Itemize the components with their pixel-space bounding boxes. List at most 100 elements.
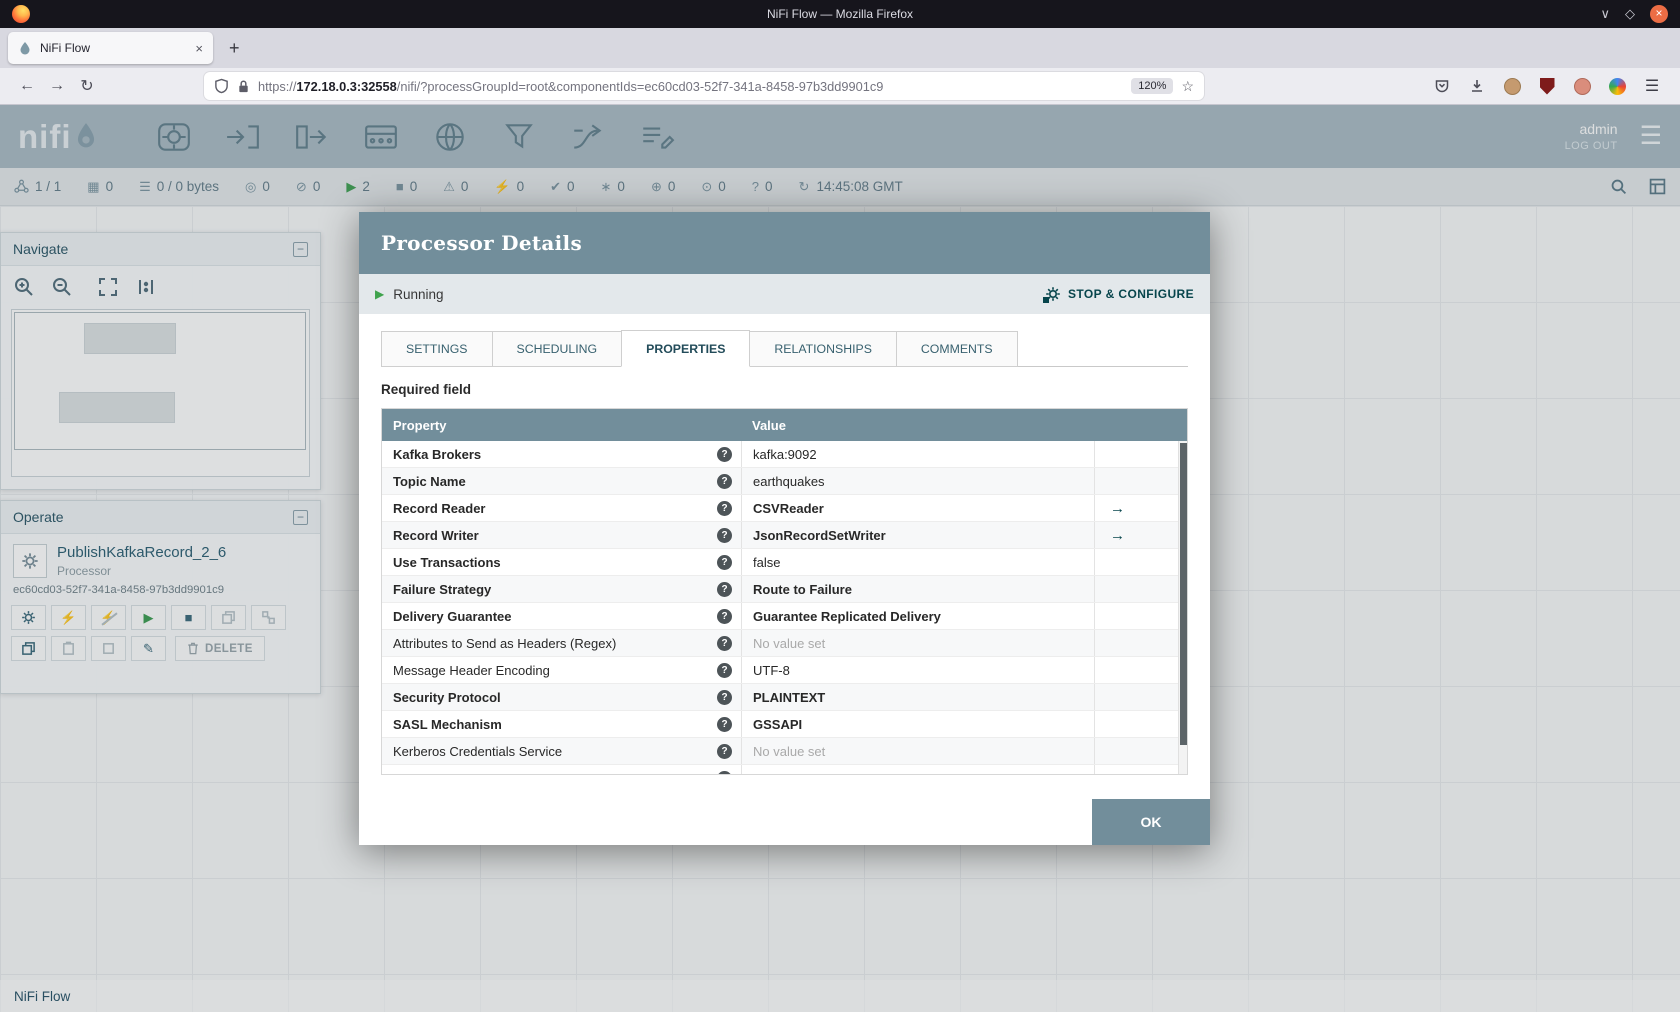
property-name: Attributes to Send as Headers (Regex): [393, 635, 617, 651]
property-value: JsonRecordSetWriter: [741, 522, 1094, 548]
property-row: SASL Mechanism? GSSAPI: [382, 711, 1178, 738]
property-name: Kerberos Credentials Service: [393, 743, 563, 759]
property-action-cell: [1094, 711, 1178, 737]
pocket-icon[interactable]: [1430, 74, 1454, 98]
help-icon[interactable]: ?: [717, 662, 732, 678]
dialog-title: Processor Details: [381, 231, 582, 255]
column-value: Value: [752, 417, 786, 433]
url-bar[interactable]: https://172.18.0.3:32558/nifi/?processGr…: [204, 72, 1204, 100]
property-name-cell: Attributes to Send as Headers (Regex)?: [382, 630, 741, 656]
url-scheme: https://: [258, 78, 297, 94]
property-action-cell: [1094, 603, 1178, 629]
property-value: kafka:9092: [741, 441, 1094, 467]
property-action-cell: [1094, 765, 1178, 774]
account-avatar-icon[interactable]: [1570, 74, 1594, 98]
zoom-indicator[interactable]: 120%: [1131, 78, 1174, 94]
tab-title: NiFi Flow: [40, 41, 90, 55]
lock-icon[interactable]: [237, 79, 250, 94]
property-row: Attributes to Send as Headers (Regex)? No…: [382, 630, 1178, 657]
property-row: Failure Strategy? Route to Failure: [382, 576, 1178, 603]
property-action-cell: [1094, 738, 1178, 764]
property-name: Record Reader: [393, 500, 486, 516]
tab-comments[interactable]: COMMENTS: [895, 331, 1018, 367]
property-name: Delivery Guarantee: [393, 608, 512, 624]
property-name: Topic Name: [393, 473, 466, 489]
help-icon[interactable]: ?: [717, 554, 732, 570]
dialog-body: SETTINGS SCHEDULING PROPERTIES RELATIONSHIP…: [359, 314, 1210, 799]
help-icon[interactable]: ?: [717, 635, 732, 651]
goto-service-icon[interactable]: →: [1110, 527, 1125, 544]
property-action-cell: →: [1094, 495, 1178, 521]
property-name-cell: SASL Mechanism?: [382, 711, 741, 737]
running-status-icon: ▶: [375, 287, 385, 301]
property-value: false: [741, 549, 1094, 575]
nifi-app: nifi admin LOG OUT ☰ 1 / 1 ▦ 0 ☰ 0 / 0 b…: [0, 105, 1680, 1012]
back-button[interactable]: ←: [12, 72, 42, 100]
property-row: Record Reader? CSVReader →: [382, 495, 1178, 522]
property-action-cell: [1094, 441, 1178, 467]
help-icon[interactable]: ?: [717, 608, 732, 624]
tab-scheduling[interactable]: SCHEDULING: [491, 331, 623, 367]
tab-relationships[interactable]: RELATIONSHIPS: [749, 331, 897, 367]
window-close-button[interactable]: ×: [1650, 5, 1668, 23]
help-icon[interactable]: ?: [717, 716, 732, 732]
property-name: Security Protocol: [393, 689, 501, 705]
stop-configure-button[interactable]: STOP & CONFIGURE: [1043, 286, 1194, 303]
help-icon[interactable]: ?: [717, 500, 732, 516]
downloads-icon[interactable]: [1465, 74, 1489, 98]
window-titlebar: NiFi Flow — Mozilla Firefox ∨ ◇ ×: [0, 0, 1680, 28]
column-property: Property: [393, 417, 447, 433]
help-icon[interactable]: ?: [717, 770, 732, 774]
help-icon[interactable]: ?: [717, 527, 732, 543]
bookmark-star-icon[interactable]: ☆: [1181, 78, 1194, 95]
property-value: CSVReader: [741, 495, 1094, 521]
properties-rows: Kafka Brokers? kafka:9092 Topic Name? earth…: [382, 441, 1178, 774]
property-name-cell: Kafka Brokers?: [382, 441, 741, 467]
property-value: earthquakes: [741, 468, 1094, 494]
property-action-cell: [1094, 630, 1178, 656]
property-value: Route to Failure: [741, 576, 1094, 602]
properties-table-header: Property Value: [382, 409, 1187, 441]
new-tab-button[interactable]: +: [229, 38, 240, 59]
container-avatar-icon[interactable]: [1500, 74, 1524, 98]
extension-pinwheel-icon[interactable]: [1605, 74, 1629, 98]
window-maximize-button[interactable]: ◇: [1625, 6, 1635, 22]
property-name-cell: ?: [382, 765, 741, 774]
property-value: PLAINTEXT: [741, 684, 1094, 710]
property-value: No value set: [741, 738, 1094, 764]
property-row: Delivery Guarantee? Guarantee Replicated …: [382, 603, 1178, 630]
property-action-cell: [1094, 576, 1178, 602]
property-row: Message Header Encoding? UTF-8: [382, 657, 1178, 684]
stop-configure-label: STOP & CONFIGURE: [1068, 287, 1194, 301]
help-icon[interactable]: ?: [717, 689, 732, 705]
forward-button[interactable]: →: [42, 72, 72, 100]
ublock-shield-icon[interactable]: [1535, 74, 1559, 98]
required-field-label: Required field: [381, 382, 472, 397]
property-row: ?: [382, 765, 1178, 774]
tab-settings[interactable]: SETTINGS: [381, 331, 493, 367]
ok-button[interactable]: OK: [1092, 799, 1210, 845]
property-name: Use Transactions: [393, 554, 501, 570]
property-value: Guarantee Replicated Delivery: [741, 603, 1094, 629]
table-scrollbar[interactable]: [1178, 441, 1187, 774]
property-row: Kerberos Credentials Service? No value se…: [382, 738, 1178, 765]
property-row: Security Protocol? PLAINTEXT: [382, 684, 1178, 711]
tab-close-icon[interactable]: ×: [195, 41, 203, 56]
property-name-cell: Use Transactions?: [382, 549, 741, 575]
help-icon[interactable]: ?: [717, 473, 732, 489]
browser-menu-button[interactable]: ☰: [1640, 74, 1664, 98]
help-icon[interactable]: ?: [717, 743, 732, 759]
reload-button[interactable]: ↻: [72, 72, 102, 100]
help-icon[interactable]: ?: [717, 581, 732, 597]
tab-properties[interactable]: PROPERTIES: [621, 330, 751, 367]
tracking-shield-icon[interactable]: [214, 78, 229, 94]
help-icon[interactable]: ?: [717, 446, 732, 462]
property-value: UTF-8: [741, 657, 1094, 683]
scrollbar-thumb[interactable]: [1180, 443, 1187, 745]
property-value: [741, 765, 1094, 774]
window-minimize-button[interactable]: ∨: [1600, 6, 1610, 22]
goto-service-icon[interactable]: →: [1110, 500, 1125, 517]
firefox-logo-icon: [12, 5, 30, 23]
property-value: No value set: [741, 630, 1094, 656]
browser-tab[interactable]: NiFi Flow ×: [8, 32, 213, 64]
